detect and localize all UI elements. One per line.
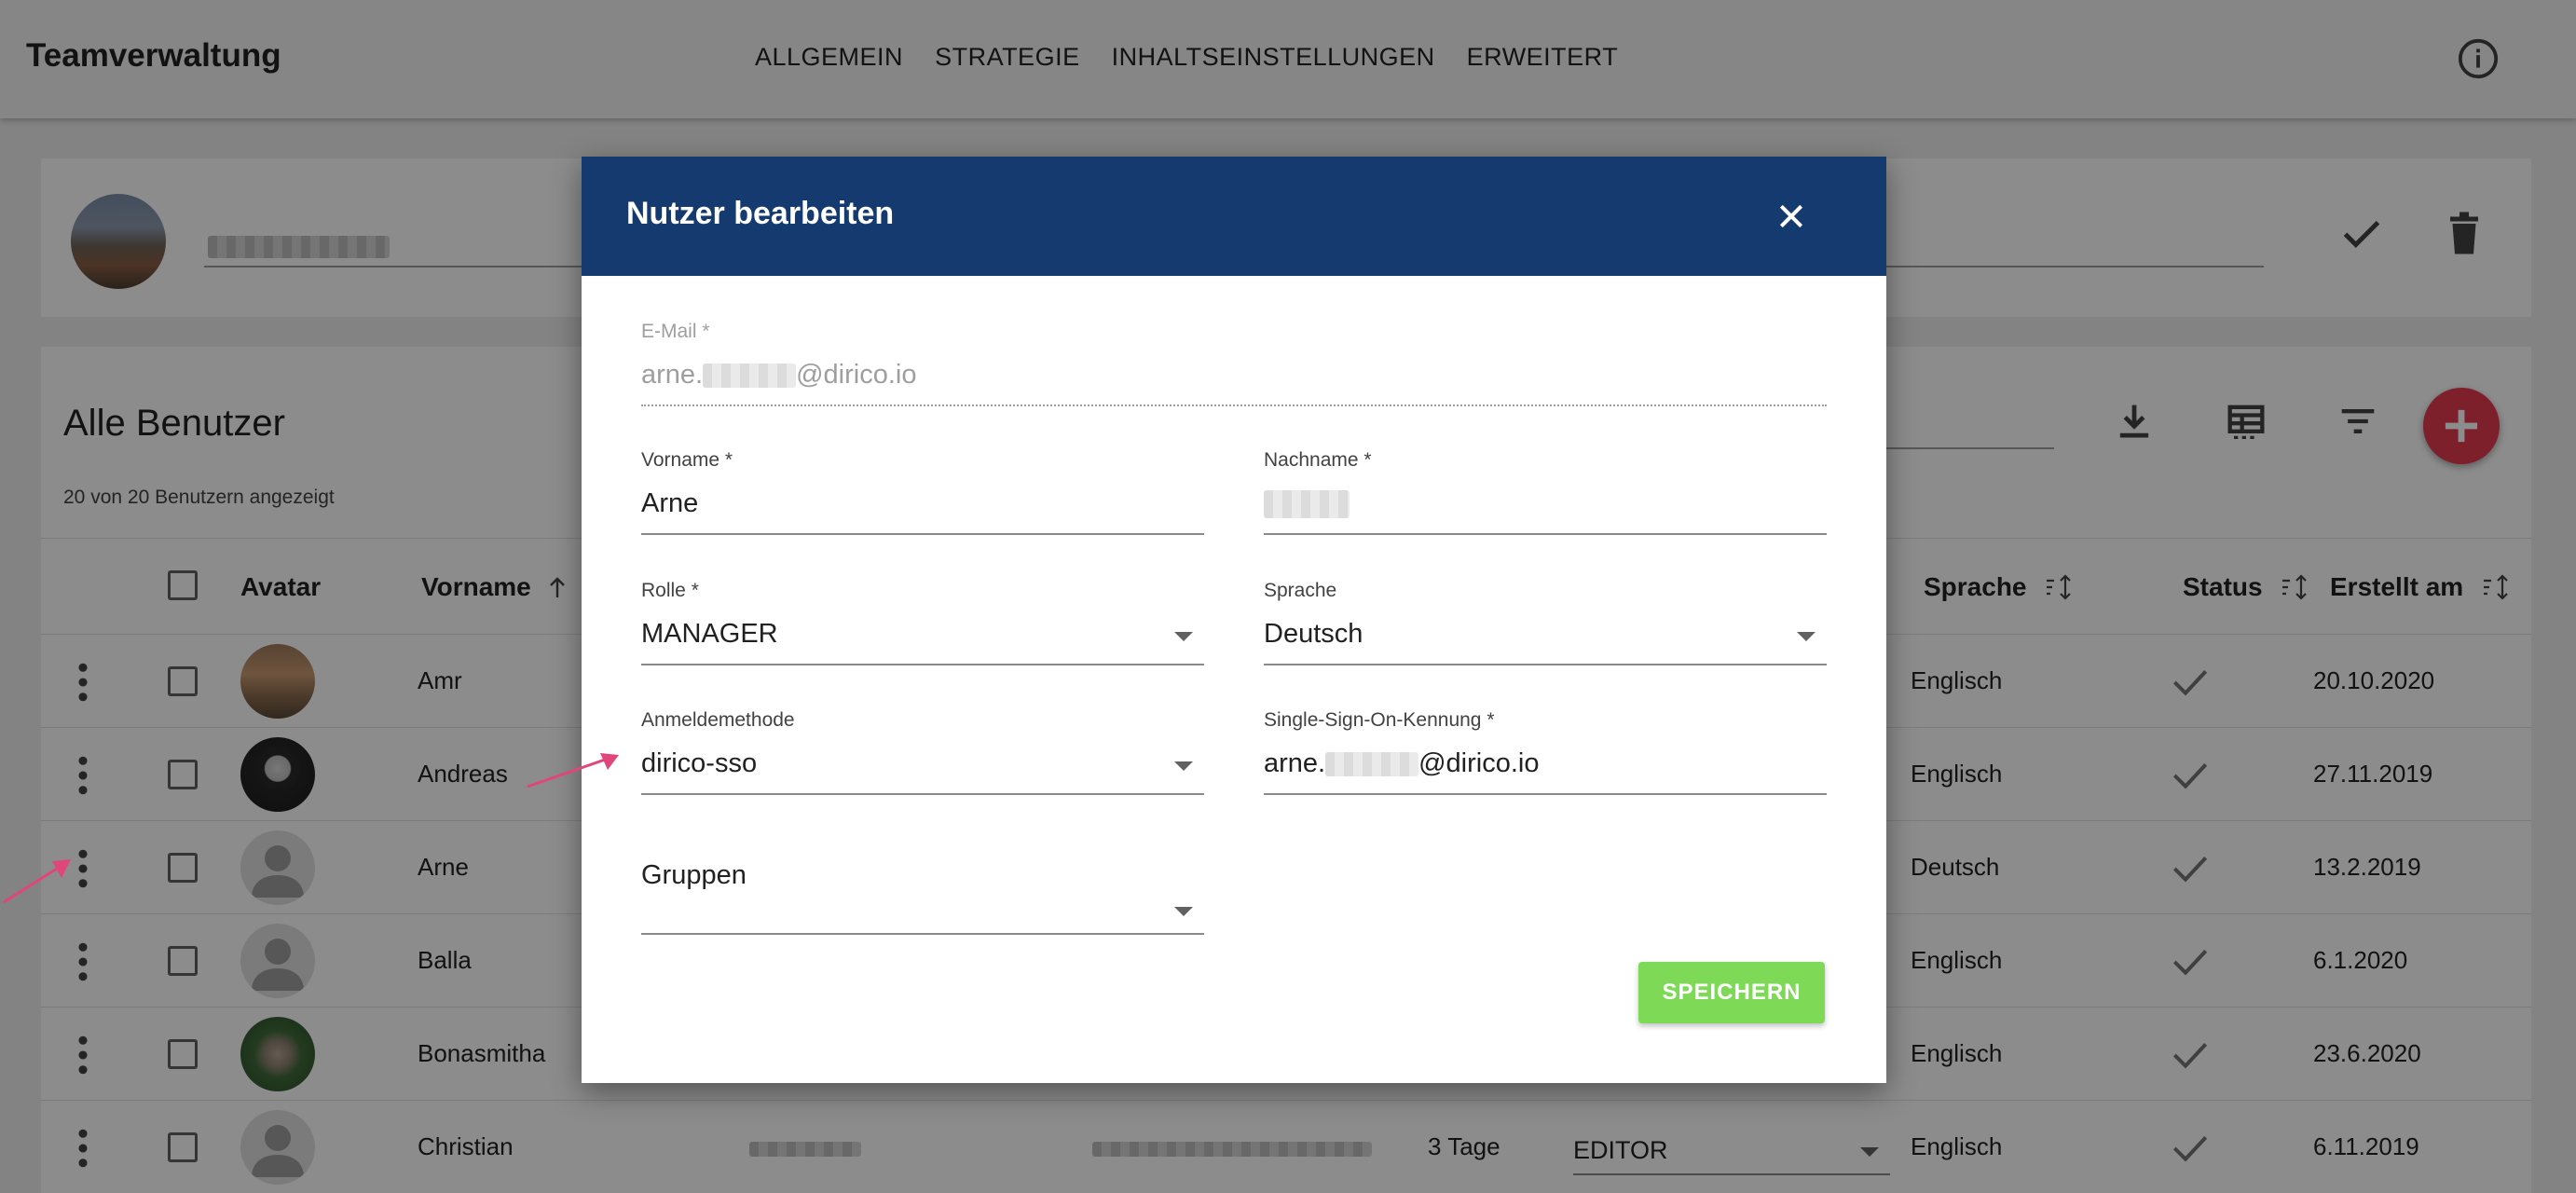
- language-select[interactable]: Sprache Deutsch: [1264, 580, 1827, 665]
- dialog-header: Nutzer bearbeiten: [582, 157, 1886, 276]
- sso-id-field[interactable]: Single-Sign-On-Kennung * arne. @dirico.io: [1264, 709, 1827, 795]
- close-icon[interactable]: [1776, 201, 1806, 231]
- dialog-title: Nutzer bearbeiten: [626, 196, 895, 231]
- last-name-field[interactable]: Nachname *: [1264, 449, 1827, 535]
- redacted-email-part: [703, 363, 797, 389]
- email-field: E-Mail * arne. @dirico.io: [641, 321, 1827, 406]
- chevron-down-icon: [1174, 632, 1193, 641]
- redacted-sso-part: [1325, 752, 1419, 777]
- annotation-arrow-icon: [527, 753, 619, 788]
- login-method-select[interactable]: Anmeldemethode dirico-sso: [641, 709, 1204, 795]
- role-select[interactable]: Rolle * MANAGER: [641, 580, 1204, 665]
- redacted-last-name: [1264, 490, 1350, 519]
- first-name-field[interactable]: Vorname * Arne: [641, 449, 1204, 535]
- chevron-down-icon: [1797, 632, 1816, 641]
- annotation-arrow-icon: [3, 859, 71, 904]
- chevron-down-icon: [1174, 761, 1193, 771]
- edit-user-dialog: Nutzer bearbeiten E-Mail * arne. @dirico.…: [582, 157, 1886, 1083]
- save-button[interactable]: SPEICHERN: [1638, 962, 1825, 1023]
- groups-select[interactable]: Gruppen: [641, 860, 1204, 935]
- chevron-down-icon: [1174, 907, 1193, 916]
